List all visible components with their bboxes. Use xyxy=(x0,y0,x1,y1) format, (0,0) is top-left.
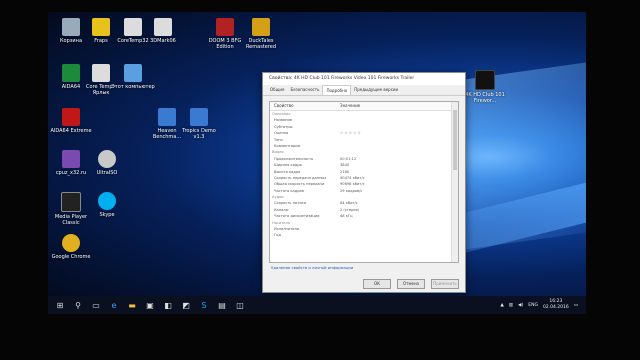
google-chrome-icon[interactable]: Google Chrome xyxy=(48,234,94,260)
icon-label: DOOM 3 BFG Edition xyxy=(208,38,242,50)
clock[interactable]: 16:23 02.04.2016 xyxy=(543,299,569,311)
fraps-glyph xyxy=(92,18,110,36)
3dmark06-icon[interactable]: 3DMark06 xyxy=(140,18,186,44)
icon-label: UltraISO xyxy=(96,170,118,176)
skype-taskbar-icon[interactable]: S xyxy=(198,299,210,311)
video-file-glyph xyxy=(475,70,495,90)
tropics-demo-icon[interactable]: Tropics Demo v1.3 xyxy=(176,108,222,140)
scroll-thumb[interactable] xyxy=(453,110,457,170)
tray-up-arrow-icon[interactable]: ▲ xyxy=(500,303,503,308)
task-view-icon[interactable]: ▭ xyxy=(90,299,102,311)
tab-security[interactable]: Безопасность xyxy=(287,85,322,95)
table-row[interactable]: Год xyxy=(270,232,458,238)
chrome-glyph xyxy=(62,234,80,252)
this-pc-icon[interactable]: Этот компьютер xyxy=(110,64,156,90)
network-icon[interactable]: ▥ xyxy=(509,303,513,308)
app-icon-1[interactable]: ◧ xyxy=(162,299,174,311)
ducktales-icon[interactable]: DuckTales Remastered xyxy=(238,18,284,50)
apply-button[interactable]: Применить xyxy=(431,279,459,289)
tab-strip: Общие Безопасность Подробно Предыдущие в… xyxy=(263,85,465,96)
icon-label: Этот компьютер xyxy=(111,84,155,90)
tab-previous-versions[interactable]: Предыдущие версии xyxy=(351,85,401,95)
heaven-glyph xyxy=(158,108,176,126)
app-icon-3[interactable]: ▤ xyxy=(216,299,228,311)
property-value xyxy=(340,232,440,238)
icon-label: Media Player Classic xyxy=(54,214,88,226)
store-icon[interactable]: ▣ xyxy=(144,299,156,311)
monitor-glyph xyxy=(124,64,142,82)
icon-label: Tropics Demo v1.3 xyxy=(182,128,216,140)
app-icon-2[interactable]: ◩ xyxy=(180,299,192,311)
film-glyph xyxy=(61,192,81,212)
language-indicator[interactable]: ENG xyxy=(528,303,538,308)
column-value[interactable]: Значение xyxy=(340,102,440,110)
list-header: Свойство Значение xyxy=(270,102,458,111)
edge-icon[interactable]: e xyxy=(108,299,120,311)
skype-glyph xyxy=(98,192,116,210)
clock-date: 02.04.2016 xyxy=(542,305,569,310)
app-icon-4[interactable]: ◫ xyxy=(234,299,246,311)
doom-glyph xyxy=(216,18,234,36)
tab-general[interactable]: Общие xyxy=(267,85,287,95)
remove-properties-link[interactable]: Удаление свойств и личной информации xyxy=(271,265,353,270)
icon-label: 3DMark06 xyxy=(150,38,176,44)
start-icon[interactable]: ⊞ xyxy=(54,299,66,311)
ducktales-glyph xyxy=(252,18,270,36)
skype-icon[interactable]: Skype xyxy=(84,192,130,218)
video-file-icon[interactable]: 4K HD Club 101 Firewor... xyxy=(462,70,508,104)
notifications-icon[interactable]: ▭ xyxy=(574,303,578,308)
list-rows: Описание Название Субтитры Оценка ☆ ☆ ☆ ☆ ☆ Т… xyxy=(270,111,458,239)
tab-details[interactable]: Подробно xyxy=(322,85,352,95)
icon-label: DuckTales Remastered xyxy=(245,38,277,50)
property-name: Год xyxy=(274,233,281,238)
file-explorer-icon[interactable]: ▬ xyxy=(126,299,138,311)
icon-label: Fraps xyxy=(94,38,108,44)
icon-label: Skype xyxy=(99,212,115,218)
3dmark-glyph xyxy=(154,18,172,36)
aida64-glyph xyxy=(62,108,80,126)
properties-list[interactable]: Свойство Значение Описание Название Субтит… xyxy=(269,101,459,263)
volume-icon[interactable]: ◀) xyxy=(518,303,523,308)
list-scrollbar[interactable] xyxy=(451,102,458,262)
properties-dialog: Свойства: 4K HD Club 101 Fireworks Video… xyxy=(262,72,466,293)
taskbar: ⊞ ⚲ ▭ e ▬ ▣ ◧ ◩ S ▤ ◫ ▲ ▥ ◀) ENG 16:23 0… xyxy=(48,296,586,314)
dialog-title[interactable]: Свойства: 4K HD Club 101 Fireworks Video… xyxy=(263,73,465,85)
icon-label: 4K HD Club 101 Firewor... xyxy=(465,92,505,104)
disc-glyph xyxy=(98,150,116,168)
aida64-extreme-icon[interactable]: AIDA64 Extreme xyxy=(48,108,94,134)
search-icon[interactable]: ⚲ xyxy=(72,299,84,311)
coretemp-glyph xyxy=(92,64,110,82)
icon-label: AIDA64 Extreme xyxy=(50,128,92,134)
icon-label: cpuz_x32.ru xyxy=(55,170,87,176)
ok-button[interactable]: ОК xyxy=(363,279,391,289)
system-tray: ▲ ▥ ◀) ENG 16:23 02.04.2016 ▭ xyxy=(500,296,578,314)
tropics-glyph xyxy=(190,108,208,126)
column-property[interactable]: Свойство xyxy=(270,102,340,110)
icon-label: Google Chrome xyxy=(51,254,91,260)
cpuz-glyph xyxy=(62,150,80,168)
ultraiso-icon[interactable]: UltraISO xyxy=(84,150,130,176)
desktop: Корзина Fraps CoreTemp32 3DMark06 DOOM 3… xyxy=(48,12,586,314)
cancel-button[interactable]: Отмена xyxy=(397,279,425,289)
